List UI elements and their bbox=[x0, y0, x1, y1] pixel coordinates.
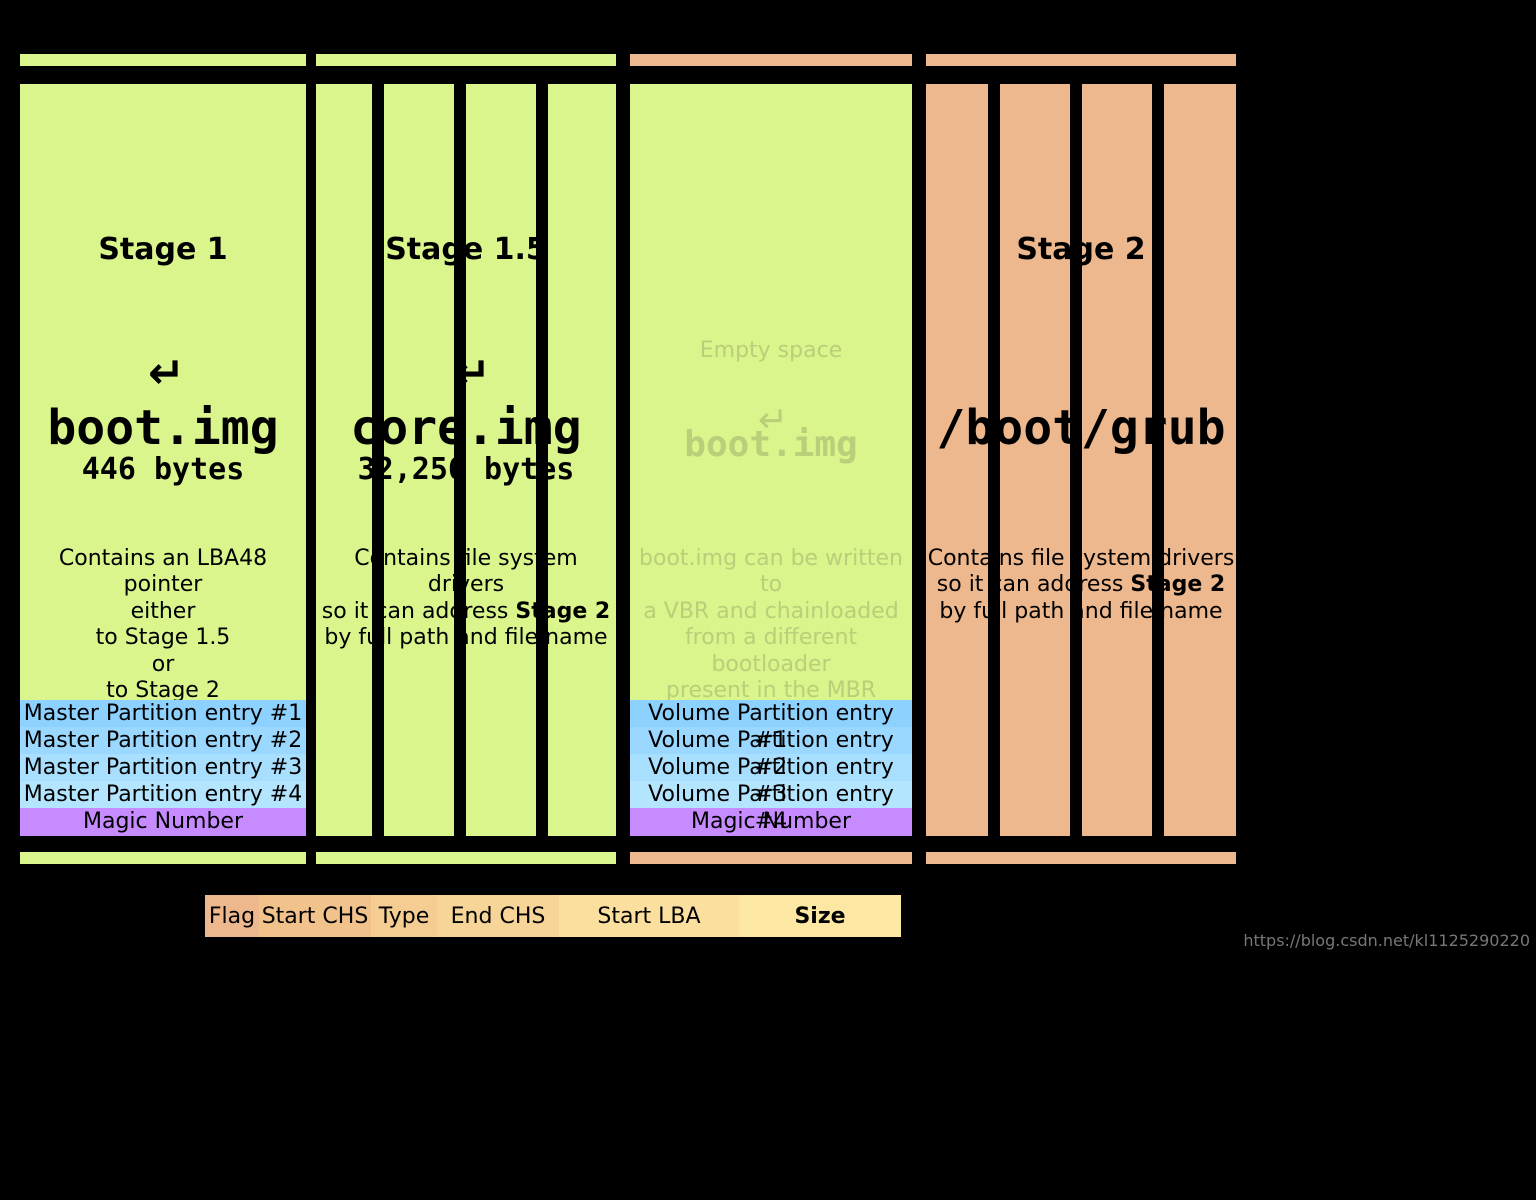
stage1-partition-table: Master Partition entry #1 Master Partiti… bbox=[20, 700, 306, 836]
volume-partition-entry-4: Volume Partition entry #4 bbox=[630, 781, 912, 808]
master-partition-entry-4: Master Partition entry #4 bbox=[20, 781, 306, 808]
legend-flag: Flag bbox=[205, 895, 259, 937]
legend-type: Type bbox=[371, 895, 437, 937]
empty-magic-number: Magic Number bbox=[630, 808, 912, 836]
arrow-icon: ↵ bbox=[148, 348, 185, 399]
block-stage15: Stage 1.5 ↵ core.img 32,256 bytes Contai… bbox=[316, 84, 616, 836]
master-partition-entry-3: Master Partition entry #3 bbox=[20, 754, 306, 781]
stage1-subtitle: 446 bytes bbox=[20, 452, 306, 487]
vstrip bbox=[1152, 84, 1164, 836]
lbl-sector0: sector 0 bbox=[108, 22, 189, 46]
legend-size: Size bbox=[739, 895, 901, 937]
master-partition-entry-2: Master Partition entry #2 bbox=[20, 727, 306, 754]
lbl-partition2: partition 2 bbox=[1030, 872, 1134, 896]
lbl-sectors1-62: sectors 1..62 bbox=[398, 22, 528, 46]
block-stage1: Stage 1 ↵ boot.img 446 bytes Contains an… bbox=[20, 84, 306, 836]
vstrip bbox=[988, 84, 1000, 836]
stage1-title: boot.img bbox=[20, 400, 306, 456]
stage15-subtitle: 32,256 bytes bbox=[316, 452, 616, 487]
vstrip bbox=[372, 84, 384, 836]
stage15-header: Stage 1.5 bbox=[316, 232, 616, 267]
empty-header: Empty space bbox=[630, 338, 912, 363]
master-partition-entry-1: Master Partition entry #1 bbox=[20, 700, 306, 727]
volume-partition-entry-3: Volume Partition entry #3 bbox=[630, 754, 912, 781]
lbl-sector63: sector 63 bbox=[728, 22, 822, 46]
top-color-bar bbox=[20, 54, 1236, 66]
vstrip bbox=[1070, 84, 1082, 836]
legend: Flag Start CHS Type End CHS Start LBA Si… bbox=[205, 895, 901, 937]
lbl-partition1: partition 1 bbox=[718, 872, 822, 896]
empty-title: boot.img bbox=[630, 424, 912, 465]
vstrip bbox=[454, 84, 466, 836]
stage1-header: Stage 1 bbox=[20, 232, 306, 267]
volume-partition-entry-2: Volume Partition entry #2 bbox=[630, 727, 912, 754]
stage15-desc: Contains file system drivers so it can a… bbox=[316, 546, 616, 652]
legend-start-lba: Start LBA bbox=[559, 895, 739, 937]
lbl-mbr-gap: MBR gap bbox=[420, 872, 509, 896]
empty-partition-table: Volume Partition entry #1 Volume Partiti… bbox=[630, 700, 912, 836]
volume-partition-entry-1: Volume Partition entry #1 bbox=[630, 700, 912, 727]
lbl-mounted-fs: / mounted filesystem bbox=[970, 22, 1182, 46]
legend-end-chs: End CHS bbox=[437, 895, 559, 937]
watermark: https://blog.csdn.net/kl1125290220 bbox=[1243, 931, 1530, 950]
block-empty: Empty space ↵ boot.img boot.img can be w… bbox=[630, 84, 912, 836]
vstrip bbox=[536, 84, 548, 836]
stage1-magic-number: Magic Number bbox=[20, 808, 306, 836]
lbl-mbr: MBR bbox=[140, 872, 185, 896]
legend-start-chs: Start CHS bbox=[259, 895, 371, 937]
empty-desc: boot.img can be written to a VBR and cha… bbox=[630, 546, 912, 704]
stage1-desc: Contains an LBA48 pointer either to Stag… bbox=[20, 546, 306, 704]
bottom-color-bar bbox=[20, 852, 1236, 864]
stage15-title: core.img bbox=[316, 400, 616, 456]
